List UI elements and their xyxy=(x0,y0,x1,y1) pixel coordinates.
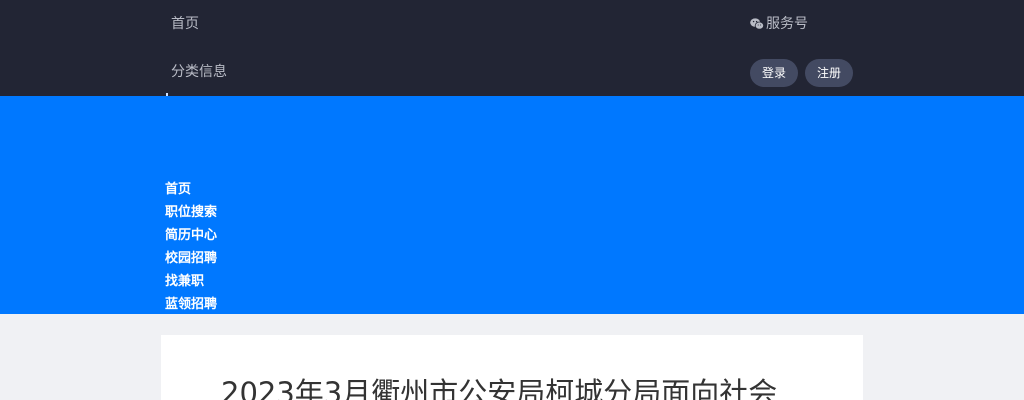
top-nav-home-link[interactable]: 首页 xyxy=(171,15,199,33)
main-nav-item-blue-collar[interactable]: 蓝领招聘 xyxy=(165,293,217,316)
main-nav-banner: 首页 职位搜索 简历中心 校园招聘 找兼职 蓝领招聘 xyxy=(0,93,1024,316)
article-title: 2023年3月衢州市公安局柯城分局面向社会 xyxy=(221,376,778,400)
banner-divider-mark xyxy=(166,93,168,96)
article-card: 2023年3月衢州市公安局柯城分局面向社会 xyxy=(161,335,863,400)
service-account-label: 服务号 xyxy=(766,16,808,32)
main-nav-item-campus-recruitment[interactable]: 校园招聘 xyxy=(165,247,217,270)
main-nav-item-resume-center[interactable]: 简历中心 xyxy=(165,224,217,247)
main-nav-item-home[interactable]: 首页 xyxy=(165,178,217,201)
top-header: 首页 分类信息 服务号 登录 注册 xyxy=(0,0,1024,96)
main-nav-item-part-time[interactable]: 找兼职 xyxy=(165,270,217,293)
service-account-link[interactable]: 服务号 xyxy=(750,15,808,33)
top-nav-classified-link[interactable]: 分类信息 xyxy=(171,63,227,81)
register-button[interactable]: 注册 xyxy=(805,59,853,87)
login-button[interactable]: 登录 xyxy=(750,59,798,87)
main-nav-item-job-search[interactable]: 职位搜索 xyxy=(165,201,217,224)
main-nav-list: 首页 职位搜索 简历中心 校园招聘 找兼职 蓝领招聘 xyxy=(165,178,217,316)
wechat-icon xyxy=(750,18,764,30)
